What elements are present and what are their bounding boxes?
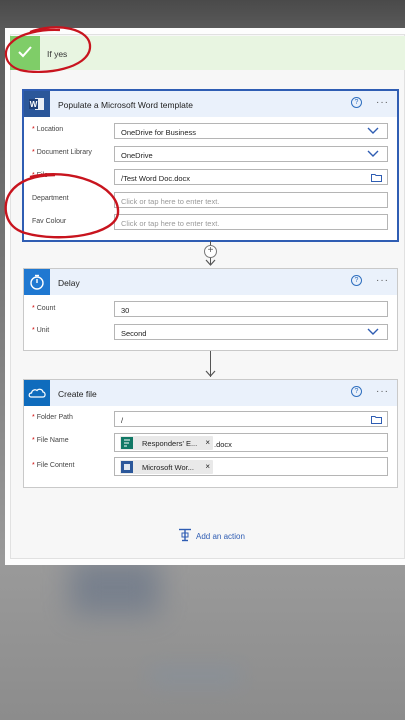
onedrive-cloud-icon <box>24 380 50 406</box>
folder-icon[interactable] <box>371 415 382 424</box>
count-input[interactable]: 30 <box>114 301 388 317</box>
folder-path-input[interactable]: / <box>114 411 388 427</box>
card-title: Delay <box>58 278 80 288</box>
field-label-count: * Count <box>32 305 56 312</box>
chevron-down-icon <box>367 127 379 134</box>
insert-step-button[interactable]: + <box>204 245 217 258</box>
timer-icon <box>24 269 50 295</box>
location-dropdown[interactable]: OneDrive for Business <box>114 123 388 139</box>
fav-colour-input[interactable]: Click or tap here to enter text. <box>114 214 388 230</box>
field-label-unit: * Unit <box>32 327 50 334</box>
field-label-file-content: * File Content <box>32 462 75 469</box>
field-label-department: Department <box>32 195 69 202</box>
card-header[interactable]: W Populate a Microsoft Word template ? ·… <box>24 91 397 117</box>
file-extension: .docx <box>214 440 232 449</box>
more-options-icon[interactable]: ··· <box>376 386 389 397</box>
arrow-down-icon <box>205 259 216 266</box>
card-header[interactable]: Delay ? ··· <box>24 269 397 295</box>
dynamic-content-token[interactable]: Microsoft Wor... × <box>120 460 213 474</box>
word-icon: W <box>24 91 50 117</box>
arrow-down-icon <box>205 370 216 377</box>
file-picker-field[interactable]: /Test Word Doc.docx <box>114 169 388 185</box>
word-icon <box>121 461 133 473</box>
more-options-icon[interactable]: ··· <box>376 275 389 286</box>
file-name-input[interactable]: Responders' E... × .docx <box>114 433 388 452</box>
field-label-fav-colour: Fav Colour <box>32 218 67 225</box>
remove-token-icon[interactable]: × <box>205 462 210 471</box>
remove-token-icon[interactable]: × <box>205 438 210 447</box>
field-label-file-name: * File Name <box>32 437 69 444</box>
more-options-icon[interactable]: ··· <box>376 97 389 108</box>
card-header[interactable]: Create file ? ··· <box>24 380 397 406</box>
help-icon[interactable]: ? <box>351 97 362 108</box>
svg-text:W: W <box>30 100 38 109</box>
background-blur <box>150 665 240 687</box>
file-content-input[interactable]: Microsoft Wor... × <box>114 457 388 476</box>
card-title: Create file <box>58 389 97 399</box>
unit-dropdown[interactable]: Second <box>114 324 388 340</box>
chevron-down-icon <box>367 150 379 157</box>
field-label-file: * File <box>32 172 48 179</box>
field-label-location: * Location <box>32 126 64 133</box>
field-label-folder-path: * Folder Path <box>32 414 73 421</box>
if-yes-header[interactable] <box>10 36 405 70</box>
if-yes-label: If yes <box>47 49 68 59</box>
checkmark-icon <box>10 36 40 70</box>
department-input[interactable]: Click or tap here to enter text. <box>114 192 388 208</box>
background-blur <box>70 560 160 615</box>
add-action-icon[interactable] <box>178 528 192 542</box>
dynamic-content-token[interactable]: Responders' E... × <box>120 436 213 450</box>
forms-icon <box>121 437 133 449</box>
chevron-down-icon <box>367 328 379 335</box>
add-action-button[interactable]: Add an action <box>196 532 245 541</box>
help-icon[interactable]: ? <box>351 275 362 286</box>
document-library-dropdown[interactable]: OneDrive <box>114 146 388 162</box>
card-title: Populate a Microsoft Word template <box>58 100 193 110</box>
help-icon[interactable]: ? <box>351 386 362 397</box>
folder-icon[interactable] <box>371 173 382 182</box>
field-label-document-library: * Document Library <box>32 149 92 156</box>
